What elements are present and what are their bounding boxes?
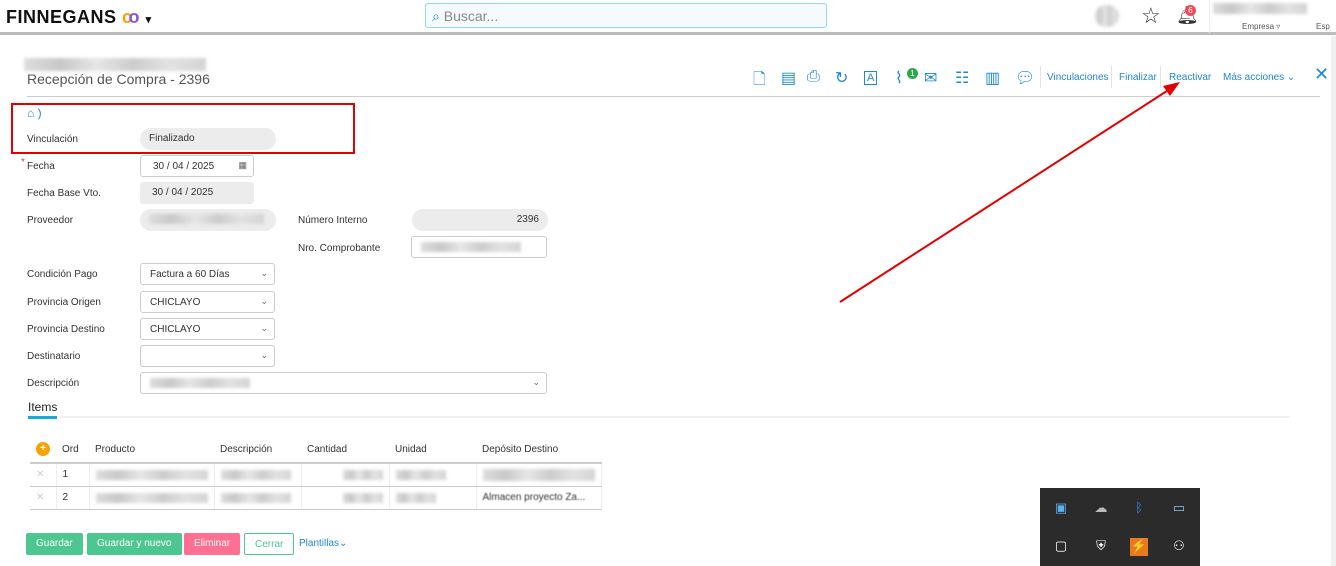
display-icon[interactable]: ▢	[1052, 538, 1070, 556]
scrollbar[interactable]	[1331, 36, 1336, 566]
bluetooth-icon[interactable]: ᛒ	[1130, 500, 1148, 518]
cloud-offline-icon[interactable]: ☁	[1092, 500, 1110, 518]
app-icon[interactable]: ⚡	[1130, 538, 1148, 556]
arrow-head	[1163, 82, 1180, 96]
arrow-line	[839, 88, 1171, 303]
annotation-arrow	[839, 82, 1180, 303]
system-tray-popup: ▣ ☁ ᛒ ▭ ▢ ⛨ ⚡ ⚇	[1040, 488, 1200, 566]
drive-icon[interactable]: ▭	[1170, 500, 1188, 518]
security-shield-icon[interactable]: ⛨	[1092, 538, 1110, 556]
network-app-icon[interactable]: ▣	[1052, 500, 1070, 518]
network-users-icon[interactable]: ⚇	[1170, 538, 1188, 556]
